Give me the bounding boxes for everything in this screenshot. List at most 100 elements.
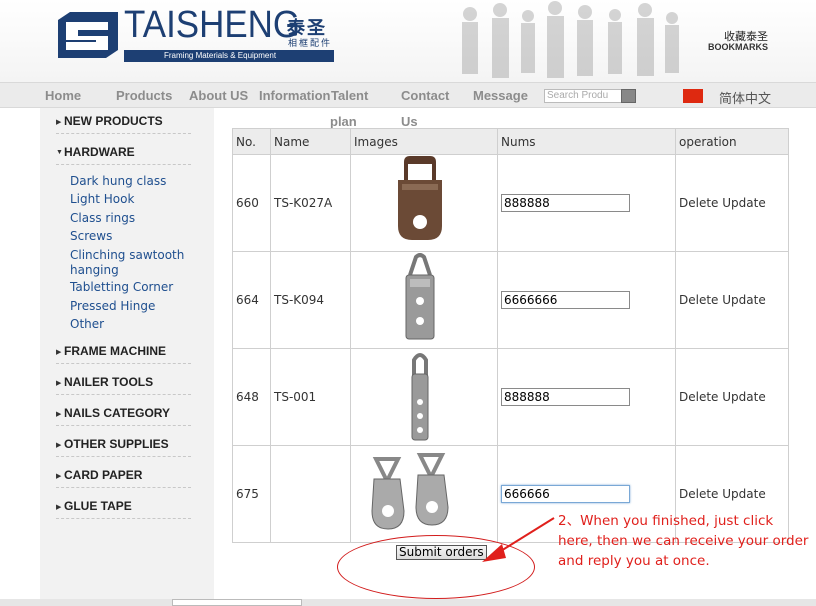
cell-operation: Delete Update: [675, 251, 789, 349]
sidebar-item-other[interactable]: Other: [70, 317, 104, 332]
d-ring-hanger-image[interactable]: [354, 252, 494, 345]
nav-talent-wrap[interactable]: plan: [330, 114, 357, 129]
cell-name: TS-001: [270, 348, 351, 446]
category-other-supplies[interactable]: ▶ OTHER SUPPLIES: [56, 437, 191, 457]
brand-tagline: Framing Materials & Equipment: [124, 50, 334, 62]
update-link[interactable]: Update: [722, 196, 765, 210]
cell-nums: [497, 251, 676, 349]
category-label: CARD PAPER: [64, 468, 143, 482]
update-link[interactable]: Update: [722, 390, 765, 404]
column-header-name: Name: [270, 128, 351, 155]
arrow-right-icon: ▶: [56, 504, 62, 511]
bookmark-link[interactable]: BOOKMARKS: [708, 42, 768, 52]
cell-image: [350, 251, 498, 349]
category-nails[interactable]: ▶ NAILS CATEGORY: [56, 406, 191, 426]
annotation-arrow-icon: [482, 517, 555, 562]
nav-products[interactable]: Products: [116, 88, 172, 103]
instruction-annotation: 2、When you finished, just click here, th…: [558, 513, 809, 569]
category-label: NEW PRODUCTS: [64, 114, 163, 128]
cell-nums: [497, 154, 676, 252]
brand-name: TAISHENG: [124, 4, 301, 46]
category-hardware[interactable]: ▼ HARDWARE: [56, 145, 191, 165]
nav-about-us[interactable]: About US: [189, 88, 248, 103]
nav-talent[interactable]: Talent: [331, 88, 368, 103]
sidebar-item-light-hook[interactable]: Light Hook: [70, 192, 134, 207]
cell-image: [350, 348, 498, 446]
category-frame-machine[interactable]: ▶ FRAME MACHINE: [56, 344, 191, 364]
delete-link[interactable]: Delete: [679, 487, 718, 501]
sidebar-item-tabletting-corner[interactable]: Tabletting Corner: [70, 280, 173, 295]
update-link[interactable]: Update: [722, 487, 765, 501]
arrow-right-icon: ▶: [56, 473, 62, 480]
column-header-images: Images: [350, 128, 498, 155]
sidebar-item-screws[interactable]: Screws: [70, 229, 112, 244]
sidebar-item-pressed-hinge[interactable]: Pressed Hinge: [70, 299, 155, 314]
sidebar-item-dark-hung-class[interactable]: Dark hung class: [70, 174, 166, 189]
sidebar-item-class-rings[interactable]: Class rings: [70, 211, 135, 226]
sidebar-item-clinching-sawtooth[interactable]: Clinching sawtooth: [70, 248, 184, 263]
arrow-right-icon: ▶: [56, 411, 62, 418]
nav-information[interactable]: Information: [259, 88, 331, 103]
category-sidebar: ▶ NEW PRODUCTS ▼ HARDWARE Dark hung class …: [40, 108, 214, 606]
china-flag-icon[interactable]: [683, 89, 703, 103]
category-label: GLUE TAPE: [64, 499, 132, 513]
quantity-input[interactable]: [501, 388, 630, 406]
cell-name: [270, 445, 351, 543]
delete-link[interactable]: Delete: [679, 390, 718, 404]
cell-operation: Delete Update: [675, 348, 789, 446]
cell-no: 648: [232, 348, 271, 446]
category-nailer-tools[interactable]: ▶ NAILER TOOLS: [56, 375, 191, 395]
business-people-background: [462, 1, 679, 78]
delete-link[interactable]: Delete: [679, 293, 718, 307]
nav-home[interactable]: Home: [45, 88, 81, 103]
cell-name: TS-K094: [270, 251, 351, 349]
table-row: 660 TS-K027A Delete Update: [232, 154, 789, 252]
arrow-right-icon: ▶: [56, 119, 62, 126]
arrow-right-icon: ▶: [56, 380, 62, 387]
language-switch-chinese[interactable]: 简体中文: [719, 88, 771, 107]
cell-operation: Delete Update: [675, 154, 789, 252]
nav-contact[interactable]: Contact: [401, 88, 449, 103]
d-ring-hanger-image[interactable]: [354, 350, 494, 442]
category-card-paper[interactable]: ▶ CARD PAPER: [56, 468, 191, 488]
brand-subtitle-chinese: 相框配件: [288, 39, 333, 49]
column-header-operation: operation: [675, 128, 789, 155]
category-label: NAILS CATEGORY: [64, 406, 171, 420]
column-header-no: No.: [232, 128, 271, 155]
column-header-nums: Nums: [497, 128, 676, 155]
category-label: HARDWARE: [64, 145, 135, 159]
footer-toolbar: [172, 599, 302, 606]
sidebar-item-hanging[interactable]: hanging: [70, 263, 119, 278]
category-label: OTHER SUPPLIES: [64, 437, 169, 451]
search-button-icon[interactable]: [621, 89, 636, 103]
cell-nums: [497, 348, 676, 446]
main-nav: Home Products About US Information Talen…: [0, 82, 816, 108]
category-label: FRAME MACHINE: [64, 344, 166, 358]
category-new-products[interactable]: ▶ NEW PRODUCTS: [56, 114, 191, 134]
quantity-input[interactable]: [501, 194, 630, 212]
taisheng-logo-icon[interactable]: [56, 10, 120, 60]
arrow-down-icon: ▼: [56, 149, 63, 156]
cell-name: TS-K027A: [270, 154, 351, 252]
cell-image: [350, 154, 498, 252]
nav-message[interactable]: Message: [473, 88, 528, 103]
cell-no: 675: [232, 445, 271, 543]
footer-strip: [0, 599, 816, 606]
table-header-row: No. Name Images Nums operation: [232, 128, 789, 155]
nav-contact-wrap[interactable]: Us: [401, 114, 418, 129]
cell-no: 660: [232, 154, 271, 252]
d-ring-hanger-image[interactable]: [354, 155, 494, 248]
update-link[interactable]: Update: [722, 293, 765, 307]
order-table: No. Name Images Nums operation 660 TS-K0…: [232, 128, 789, 543]
category-label: NAILER TOOLS: [64, 375, 154, 389]
cell-no: 664: [232, 251, 271, 349]
quantity-input[interactable]: [501, 485, 630, 503]
table-row: 664 TS-K094 Delete Update: [232, 251, 789, 349]
delete-link[interactable]: Delete: [679, 196, 718, 210]
quantity-input[interactable]: [501, 291, 630, 309]
search-input[interactable]: Search Produ: [544, 89, 622, 103]
arrow-right-icon: ▶: [56, 349, 62, 356]
table-row: 648 TS-001 Delete Update: [232, 348, 789, 446]
category-glue-tape[interactable]: ▶ GLUE TAPE: [56, 499, 191, 519]
arrow-right-icon: ▶: [56, 442, 62, 449]
